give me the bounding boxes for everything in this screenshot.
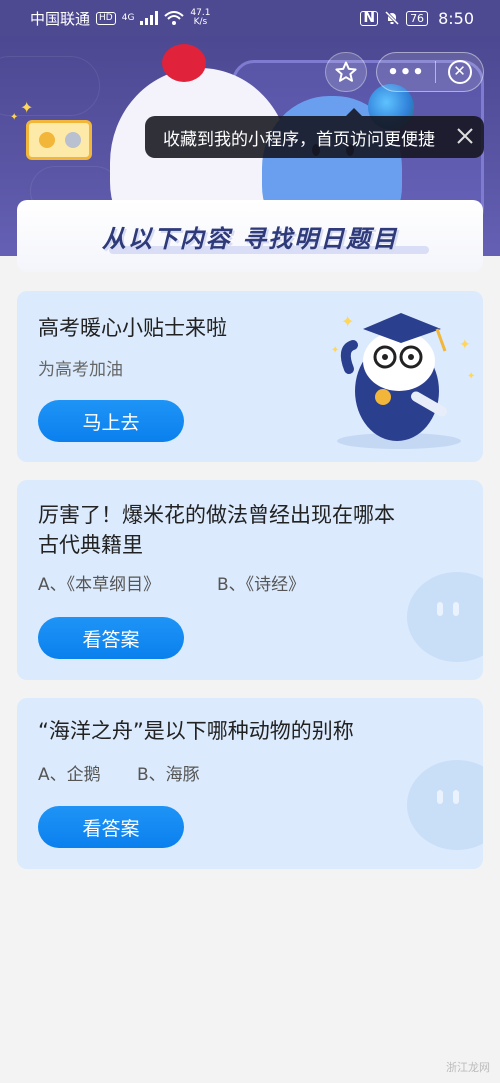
signal-icon xyxy=(140,11,159,25)
bubble-eye xyxy=(453,790,459,804)
chat-bubble-decoration xyxy=(407,572,483,662)
option-b: B、《诗经》 xyxy=(217,575,306,595)
miniprogram-capsule: ••• ✕ xyxy=(376,52,484,92)
section-title: 从以下内容 寻找明日题目 xyxy=(101,224,399,253)
view-answer-button[interactable]: 看答案 xyxy=(38,806,184,848)
card-subtitle: 为高考加油 xyxy=(38,360,123,380)
view-answer-button[interactable]: 看答案 xyxy=(38,617,184,659)
network-type: 4G xyxy=(121,12,135,23)
sparkle-icon: ✦ xyxy=(20,98,34,117)
close-miniprogram-button[interactable]: ✕ xyxy=(436,53,483,91)
chat-bubble-decoration xyxy=(407,760,483,850)
watermark: 浙江龙网 xyxy=(446,1061,490,1074)
option-a: A、《本草纲目》 xyxy=(38,575,161,595)
question-card-popcorn[interactable]: 厉害了！爆米花的做法曾经出现在哪本 古代典籍里 A、《本草纲目》 B、《诗经》 … xyxy=(17,480,483,680)
speed-unit: K/s xyxy=(193,17,208,27)
silver-medal-icon xyxy=(65,132,81,148)
decor-line xyxy=(0,56,100,116)
hd-badge: HD xyxy=(96,11,116,25)
tooltip-close-icon[interactable] xyxy=(454,125,476,147)
mute-bell-icon xyxy=(385,10,400,26)
graduate-mascot-illustration: ✦ ✦ ✦ ✦ xyxy=(331,312,475,449)
question-title: 古代典籍里 xyxy=(38,533,143,557)
question-card-ocean[interactable]: “海洋之舟”是以下哪种动物的别称 A、企鹅 B、海豚 看答案 xyxy=(17,698,483,869)
bubble-eye xyxy=(437,790,443,804)
more-menu-button[interactable]: ••• xyxy=(377,53,435,91)
bubble-eye xyxy=(437,602,443,616)
status-bar: 中国联通 HD 4G 47.1 K/s N 76 8:50 xyxy=(0,0,500,36)
svg-text:✦: ✦ xyxy=(467,371,475,382)
svg-text:✦: ✦ xyxy=(459,337,471,353)
favorite-button[interactable] xyxy=(325,52,367,92)
section-banner: 从以下内容 寻找明日题目 xyxy=(17,200,483,272)
tooltip-text: 收藏到我的小程序，首页访问更便捷 xyxy=(163,129,435,150)
chicken-comb xyxy=(162,44,206,82)
option-b: B、海豚 xyxy=(137,765,200,785)
star-icon xyxy=(335,61,357,82)
question-title: “海洋之舟”是以下哪种动物的别称 xyxy=(38,719,354,743)
medal-frame-illustration xyxy=(26,120,92,160)
svg-text:✦: ✦ xyxy=(341,312,354,331)
network-speed: 47.1 K/s xyxy=(190,9,210,27)
svg-text:✦: ✦ xyxy=(331,345,339,356)
clock: 8:50 xyxy=(438,8,474,28)
go-now-button[interactable]: 马上去 xyxy=(38,400,184,442)
nfc-icon: N xyxy=(360,10,379,26)
close-circle-icon: ✕ xyxy=(447,60,472,84)
favorite-tooltip: 收藏到我的小程序，首页访问更便捷 xyxy=(145,108,484,158)
battery-icon: 76 xyxy=(406,10,429,26)
card-title: 高考暖心小贴士来啦 xyxy=(38,316,227,340)
option-a: A、企鹅 xyxy=(38,765,101,785)
gold-medal-icon xyxy=(39,132,55,148)
carrier-name: 中国联通 xyxy=(30,9,91,28)
wifi-icon xyxy=(164,11,185,25)
question-title: 厉害了！爆米花的做法曾经出现在哪本 xyxy=(38,503,395,527)
tips-card[interactable]: 高考暖心小贴士来啦 为高考加油 马上去 ✦ ✦ ✦ ✦ xyxy=(17,291,483,462)
bubble-eye xyxy=(453,602,459,616)
sparkle-icon: ✦ xyxy=(10,112,19,123)
